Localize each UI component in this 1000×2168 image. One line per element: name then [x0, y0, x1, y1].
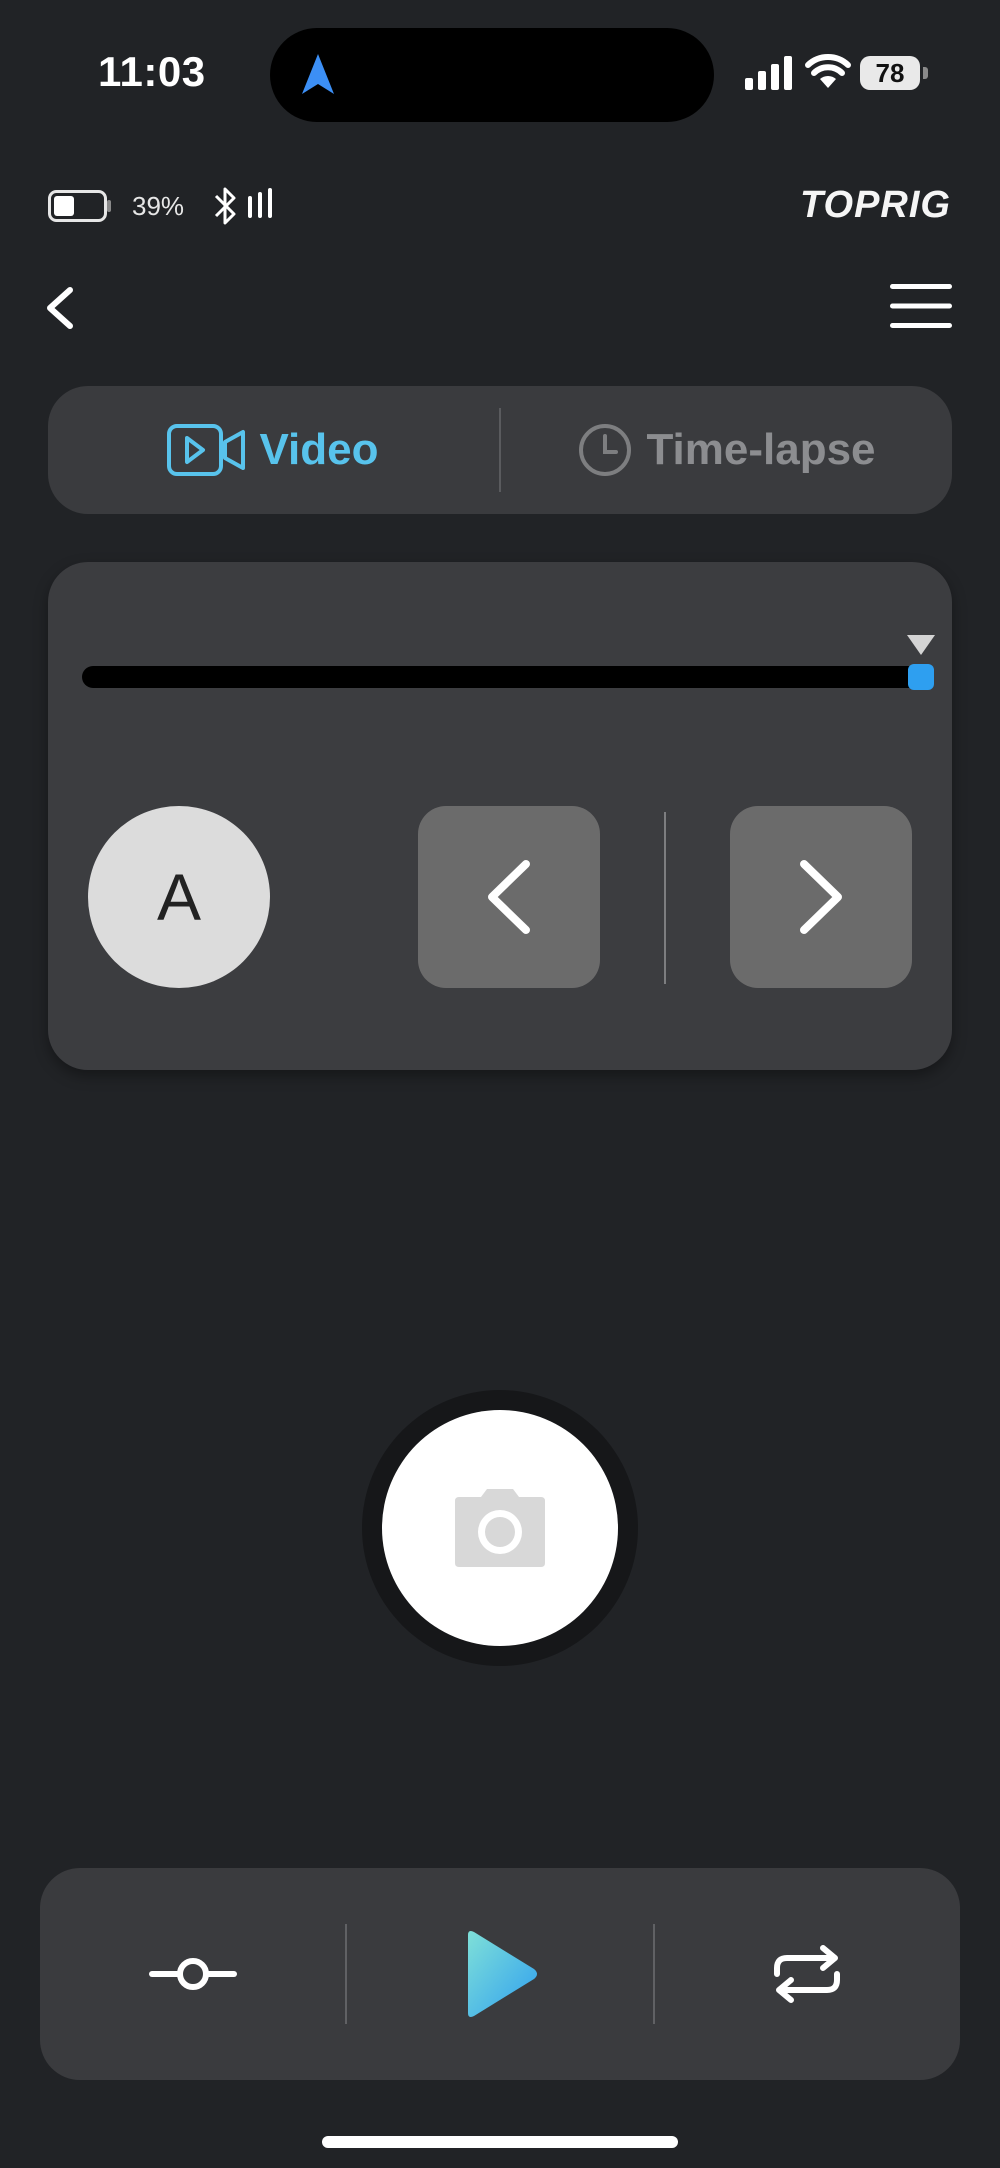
status-time: 11:03	[98, 48, 206, 95]
play-button[interactable]	[346, 1868, 654, 2080]
play-icon	[468, 1931, 537, 2017]
camera-icon	[455, 1489, 545, 1567]
loop-button[interactable]	[654, 1868, 960, 2080]
step-next-button[interactable]	[730, 806, 912, 988]
tab-timelapse[interactable]: Time-lapse	[502, 386, 952, 514]
repeat-icon	[774, 1945, 840, 2003]
card-divider	[664, 812, 666, 984]
slider-marker-icon	[907, 635, 935, 655]
chevron-left-icon	[47, 287, 73, 329]
video-camera-icon	[167, 424, 246, 476]
tab-video-label: Video	[259, 425, 379, 474]
position-slider-track[interactable]	[82, 666, 934, 688]
phone-battery-level: 78	[860, 56, 920, 90]
chevron-right-icon	[800, 860, 842, 934]
keyframe-icon	[149, 1958, 237, 1990]
chevron-left-icon	[488, 860, 530, 934]
wifi-icon	[805, 54, 851, 88]
bottom-toolbar	[40, 1868, 960, 2080]
menu-button[interactable]	[888, 282, 954, 330]
phone-battery-indicator: 78	[860, 56, 930, 90]
back-button[interactable]	[40, 280, 80, 336]
location-arrow-icon	[302, 54, 334, 94]
tab-timelapse-label: Time-lapse	[646, 425, 876, 474]
dynamic-island	[270, 28, 714, 122]
step-previous-button[interactable]	[418, 806, 600, 988]
hamburger-menu-icon	[890, 284, 952, 328]
clock-icon	[579, 424, 632, 476]
position-slider-thumb[interactable]	[908, 664, 934, 690]
tab-divider	[499, 408, 501, 492]
auto-button[interactable]: A	[88, 806, 270, 988]
shutter-button[interactable]	[382, 1410, 618, 1646]
mode-tabs: Video Time-lapse	[48, 386, 952, 514]
shutter-ring	[362, 1390, 638, 1666]
home-indicator	[322, 2136, 678, 2148]
device-battery-icon	[48, 190, 111, 222]
bluetooth-icon	[214, 187, 272, 225]
control-card: A	[48, 562, 952, 1070]
device-battery-percent: 39%	[132, 191, 185, 221]
cellular-signal-icon	[745, 56, 792, 90]
brand-logo: TOPRIG	[800, 184, 951, 226]
keyframe-button[interactable]	[40, 1868, 346, 2080]
tab-video[interactable]: Video	[48, 386, 498, 514]
